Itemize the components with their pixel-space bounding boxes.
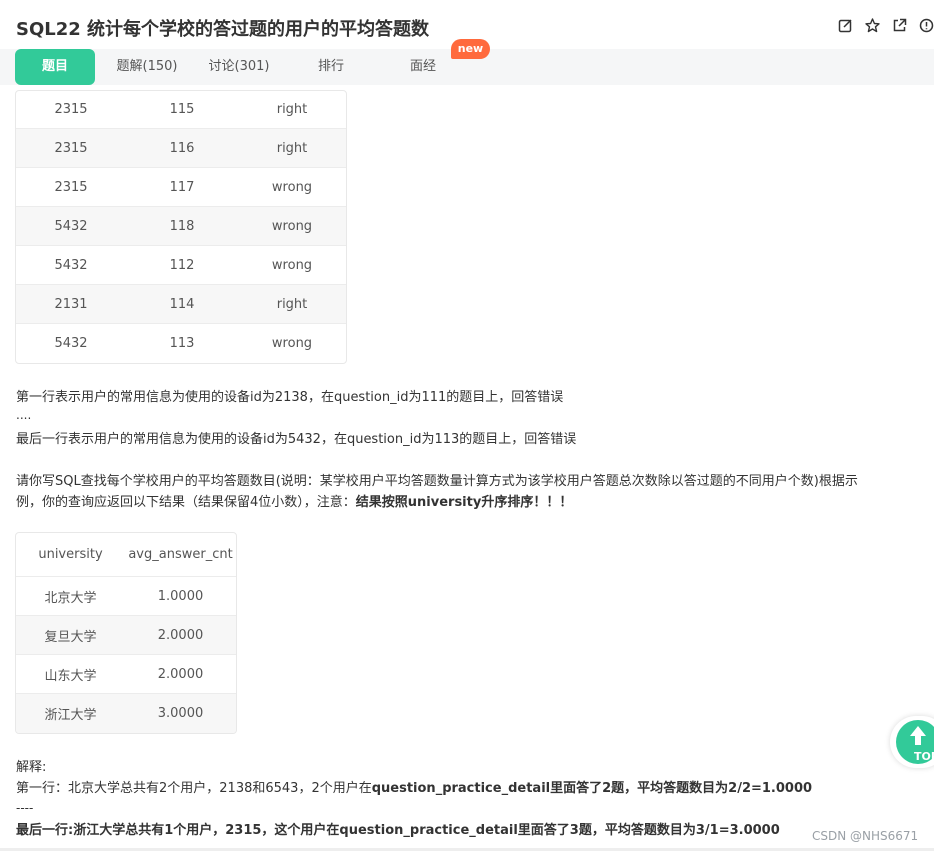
table-cell: 复旦大学 — [44, 629, 97, 645]
table-cell: 2315 — [54, 179, 88, 195]
table-cell: 112 — [169, 257, 195, 273]
table-row: 2315 117 wrong — [16, 168, 346, 207]
table-cell: 5432 — [54, 336, 88, 351]
tab-solutions[interactable]: 题解(150) — [107, 49, 187, 85]
result-table: university avg_answer_cnt 北京大学 1.0000 复旦… — [15, 532, 237, 734]
watermark: CSDN @NHS6671 — [812, 829, 919, 843]
explanation-line: 最后一行:浙江大学总共有1个用户，2315，这个用户在question_prac… — [16, 823, 780, 838]
table-cell: 117 — [169, 179, 195, 195]
table-cell: right — [276, 102, 308, 117]
table-cell: 2.0000 — [157, 627, 204, 643]
tab-problem[interactable]: 题目 — [15, 49, 95, 85]
sample-data-table: 2315 115 right 2315 116 right 2315 117 w… — [15, 90, 347, 364]
table-cell: wrong — [271, 218, 313, 234]
table-cell: 115 — [169, 102, 195, 117]
top-label: TOP — [914, 750, 934, 763]
table-cell: 浙江大学 — [44, 708, 97, 723]
request-line: 例，你的查询应返回以下结果（结果保留4位小数），注意：结果按照universit… — [16, 491, 572, 510]
table-row: 复旦大学 2.0000 — [16, 616, 236, 655]
request-line: 请你写SQL查找每个学校用户的平均答题数目(说明：某学校用户平均答题数量计算方式… — [16, 474, 858, 489]
top-button-circle: TOP — [896, 720, 934, 764]
star-icon[interactable] — [865, 18, 880, 33]
table-header-row: university avg_answer_cnt — [16, 533, 236, 577]
table-cell: 山东大学 — [44, 668, 97, 684]
table-cell: wrong — [271, 257, 313, 273]
table-cell: 118 — [169, 218, 195, 234]
table-cell: 113 — [169, 336, 195, 351]
table-cell: 2315 — [54, 140, 88, 156]
page-title: SQL22 统计每个学校的答过题的用户的平均答题数 — [16, 19, 430, 40]
share-icon[interactable] — [892, 18, 907, 33]
table-row: 浙江大学 3.0000 — [16, 694, 236, 733]
description-ellipsis: .... — [16, 408, 32, 422]
table-cell: right — [276, 296, 308, 312]
table-cell: 1.0000 — [157, 588, 204, 604]
table-cell: 2.0000 — [157, 666, 204, 682]
tab-ranking[interactable]: 排行 — [291, 49, 371, 85]
table-cell: right — [276, 140, 308, 156]
column-header: avg_answer_cnt — [128, 547, 233, 562]
table-row: 北京大学 1.0000 — [16, 577, 236, 616]
explanation-title: 解释: — [16, 760, 47, 775]
table-cell: 5432 — [54, 257, 88, 273]
table-cell: 2131 — [54, 296, 88, 312]
table-cell: 116 — [169, 140, 195, 156]
explanation-line: 第一行：北京大学总共有2个用户，2138和6543，2个用户在question_… — [16, 777, 812, 796]
new-badge: new — [451, 39, 490, 59]
tab-discussion[interactable]: 讨论(301) — [199, 49, 279, 85]
table-cell: 3.0000 — [157, 706, 204, 721]
table-cell: wrong — [271, 179, 313, 195]
description-line: 第一行表示用户的常用信息为使用的设备id为2138，在question_id为1… — [16, 390, 564, 405]
table-cell: 2315 — [54, 102, 88, 117]
table-cell: wrong — [271, 336, 313, 351]
header-actions — [838, 18, 934, 33]
table-row: 5432 113 wrong — [16, 324, 346, 363]
explanation-separator: ---- — [16, 801, 34, 815]
edit-icon[interactable] — [838, 18, 853, 33]
table-row: 5432 112 wrong — [16, 246, 346, 285]
explanation-bold: question_practice_detail里面答了2题，平均答题数目为2/… — [371, 781, 813, 796]
table-cell: 5432 — [54, 218, 88, 234]
description-line: 最后一行表示用户的常用信息为使用的设备id为5432，在question_id为… — [16, 432, 577, 447]
request-note: 结果按照university升序排序！！！ — [355, 495, 573, 510]
arrow-up-icon — [908, 725, 928, 751]
info-icon[interactable] — [919, 18, 934, 33]
table-cell: 北京大学 — [44, 590, 97, 606]
table-row: 2315 115 right — [16, 91, 346, 129]
table-row: 2315 116 right — [16, 129, 346, 168]
table-row: 5432 118 wrong — [16, 207, 346, 246]
explanation-text: 第一行：北京大学总共有2个用户，2138和6543，2个用户在 — [16, 781, 372, 796]
request-text: 例，你的查询应返回以下结果（结果保留4位小数），注意： — [16, 495, 356, 510]
table-row: 2131 114 right — [16, 285, 346, 324]
table-row: 山东大学 2.0000 — [16, 655, 236, 694]
column-header: university — [38, 547, 103, 562]
back-to-top-button[interactable]: TOP — [890, 716, 934, 768]
table-cell: 114 — [169, 296, 195, 312]
